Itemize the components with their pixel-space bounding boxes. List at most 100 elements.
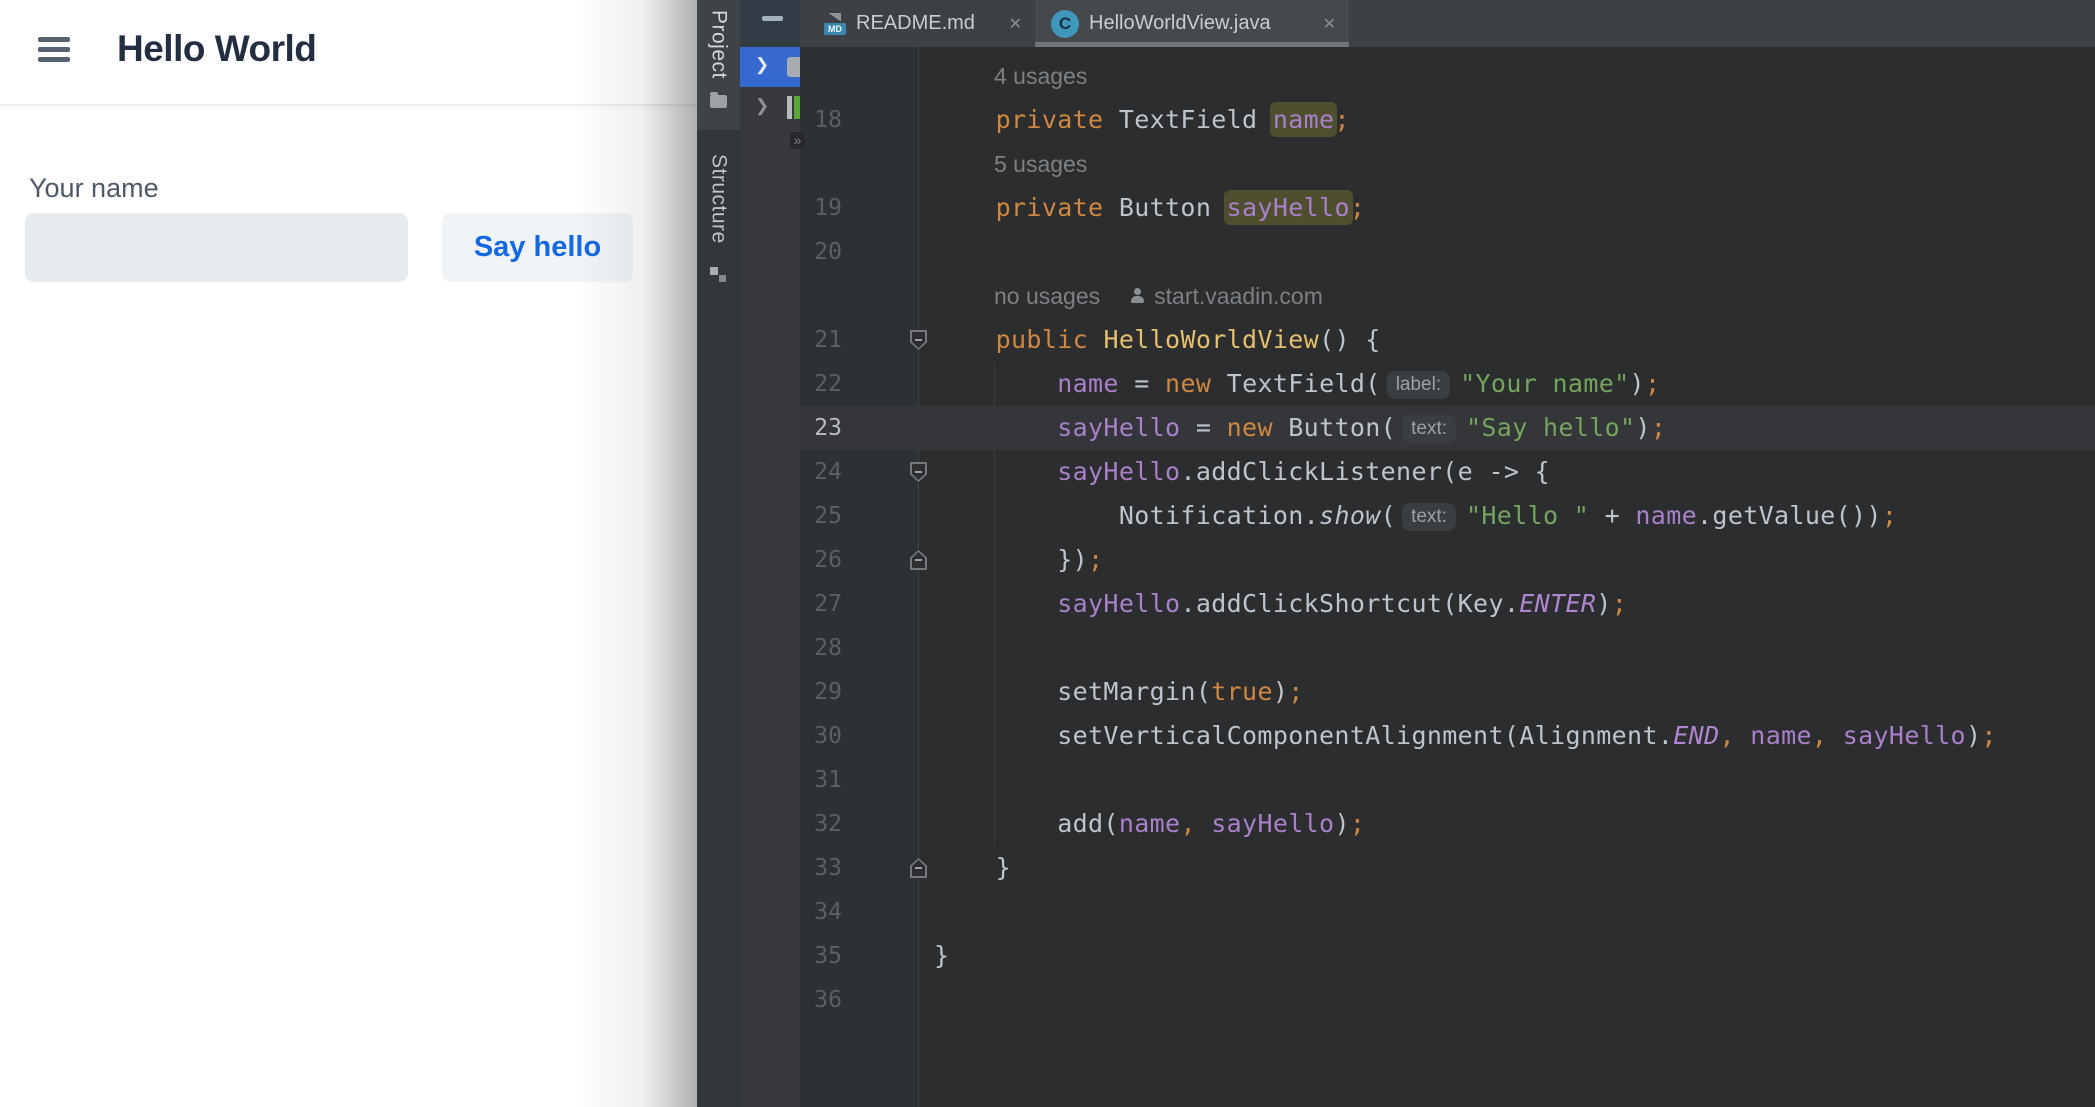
line-number[interactable]: 23 [800, 406, 842, 450]
line-number[interactable]: 20 [800, 230, 842, 274]
code-text[interactable]: add(name, sayHello); [934, 802, 1365, 846]
inlay-hint-line[interactable]: no usages start.vaadin.com [800, 274, 2095, 318]
code-text[interactable]: }); [934, 538, 1103, 582]
active-tab-underline [1035, 42, 1349, 47]
tab-label: README.md [856, 12, 975, 35]
inlay-hint-line[interactable]: 4 usages [800, 54, 2095, 98]
line-number[interactable]: 30 [800, 714, 842, 758]
code-line-34[interactable]: 34 [800, 890, 2095, 934]
code-line-18[interactable]: 18 private TextField name; [800, 98, 2095, 142]
code-line-24[interactable]: 24 sayHello.addClickListener(e -> { [800, 450, 2095, 494]
code-text[interactable]: private TextField name; [934, 98, 1350, 142]
code-text[interactable]: } [934, 846, 1011, 890]
code-text[interactable]: name = new TextField(label:"Your name"); [934, 362, 1660, 406]
code-line-28[interactable]: 28 [800, 626, 2095, 670]
usage-hint[interactable]: start.vaadin.com [1154, 283, 1323, 310]
code-line-36[interactable]: 36 [800, 978, 2095, 1022]
minimize-icon [762, 16, 783, 21]
usage-hint[interactable]: no usages [994, 283, 1100, 310]
code-text[interactable]: public HelloWorldView() { [934, 318, 1381, 362]
line-number[interactable]: 32 [800, 802, 842, 846]
usage-hint[interactable]: 4 usages [994, 63, 1087, 90]
editor-tab-bar: MD README.md ✕ C HelloWorldView.java ✕ [740, 0, 2095, 47]
code-line-20[interactable]: 20 [800, 230, 2095, 274]
name-field-label: Your name [29, 173, 159, 204]
code-line-35[interactable]: 35} [800, 934, 2095, 978]
code-text[interactable]: private Button sayHello; [934, 186, 1365, 230]
code-line-27[interactable]: 27 sayHello.addClickShortcut(Key.ENTER); [800, 582, 2095, 626]
line-number[interactable]: 25 [800, 494, 842, 538]
tab-label: HelloWorldView.java [1089, 12, 1271, 35]
code-line-30[interactable]: 30 setVerticalComponentAlignment(Alignme… [800, 714, 2095, 758]
code-line-26[interactable]: 26 }); [800, 538, 2095, 582]
hamburger-menu-icon[interactable] [38, 37, 70, 62]
hide-panel-button[interactable] [740, 0, 800, 47]
line-number[interactable]: 33 [800, 846, 842, 890]
code-editor[interactable]: 4 usages 18 private TextField name; 5 usag… [800, 47, 2095, 1107]
fold-marker-icon[interactable] [910, 330, 927, 350]
chevron-right-icon[interactable]: ❯ [755, 55, 769, 75]
sidebar-item-structure[interactable]: Structure [707, 154, 731, 244]
inlay-hints[interactable]: 5 usages [994, 142, 1087, 186]
inlay-hint-line[interactable]: 5 usages [800, 142, 2095, 186]
line-number[interactable]: 21 [800, 318, 842, 362]
code-line-19[interactable]: 19 private Button sayHello; [800, 186, 2095, 230]
code-text[interactable]: setMargin(true); [934, 670, 1304, 714]
tool-window-stripe: Project Structure [697, 0, 740, 1107]
code-text[interactable]: sayHello.addClickListener(e -> { [934, 450, 1550, 494]
param-hint-pill: text: [1402, 415, 1456, 443]
line-number[interactable]: 19 [800, 186, 842, 230]
code-line-31[interactable]: 31 [800, 758, 2095, 802]
chevron-right-icon[interactable]: ❯ [755, 96, 769, 116]
code-text[interactable]: sayHello.addClickShortcut(Key.ENTER); [934, 582, 1627, 626]
say-hello-button[interactable]: Say hello [442, 213, 633, 282]
fold-marker-icon[interactable] [910, 550, 927, 570]
code-line-33[interactable]: 33 } [800, 846, 2095, 890]
tab-readme[interactable]: MD README.md ✕ [805, 0, 1035, 47]
sidebar-item-project[interactable]: Project [707, 10, 731, 79]
window-edge-shadow [575, 0, 697, 1107]
tree-row[interactable]: ❯ [740, 88, 800, 128]
line-number[interactable]: 36 [800, 978, 842, 1022]
structure-icon[interactable] [710, 266, 726, 282]
inlay-hints[interactable]: no usages start.vaadin.com [994, 274, 1323, 318]
line-number[interactable]: 26 [800, 538, 842, 582]
fold-marker-icon[interactable] [910, 858, 927, 878]
line-number[interactable] [800, 142, 842, 186]
project-panel: ❯ ❯ » [740, 0, 800, 1107]
line-number[interactable]: 35 [800, 934, 842, 978]
code-line-32[interactable]: 32 add(name, sayHello); [800, 802, 2095, 846]
usage-hint[interactable]: 5 usages [994, 151, 1087, 178]
java-class-icon: C [1051, 10, 1079, 38]
line-number[interactable]: 22 [800, 362, 842, 406]
line-number[interactable]: 31 [800, 758, 842, 802]
line-number[interactable]: 24 [800, 450, 842, 494]
line-number[interactable] [800, 54, 842, 98]
fold-marker-icon[interactable] [910, 462, 927, 482]
line-number[interactable]: 28 [800, 626, 842, 670]
tree-row-selected[interactable]: ❯ [740, 47, 800, 87]
code-line-25[interactable]: 25 Notification.show(text:"Hello " + nam… [800, 494, 2095, 538]
line-number[interactable]: 27 [800, 582, 842, 626]
line-number[interactable] [800, 274, 842, 318]
close-icon[interactable]: ✕ [1323, 14, 1336, 34]
close-icon[interactable]: ✕ [1009, 14, 1022, 34]
code-text[interactable]: Notification.show(text:"Hello " + name.g… [934, 494, 1897, 538]
inlay-hints[interactable]: 4 usages [994, 54, 1087, 98]
project-folder-icon[interactable] [710, 95, 727, 108]
module-icon [787, 96, 792, 119]
code-line-29[interactable]: 29 setMargin(true); [800, 670, 2095, 714]
code-line-21[interactable]: 21 public HelloWorldView() { [800, 318, 2095, 362]
code-text[interactable]: } [934, 934, 949, 978]
expand-more-icon[interactable]: » [790, 132, 805, 149]
code-text[interactable]: setVerticalComponentAlignment(Alignment.… [934, 714, 1997, 758]
line-number[interactable]: 34 [800, 890, 842, 934]
code-line-23[interactable]: 23 sayHello = new Button(text:"Say hello… [800, 406, 2095, 450]
line-number[interactable]: 29 [800, 670, 842, 714]
app-header: Hello World [0, 0, 697, 105]
name-input[interactable] [25, 213, 408, 282]
line-number[interactable]: 18 [800, 98, 842, 142]
tab-helloworldview[interactable]: C HelloWorldView.java ✕ [1035, 0, 1349, 47]
code-line-22[interactable]: 22 name = new TextField(label:"Your name… [800, 362, 2095, 406]
code-text[interactable]: sayHello = new Button(text:"Say hello"); [934, 406, 1666, 450]
